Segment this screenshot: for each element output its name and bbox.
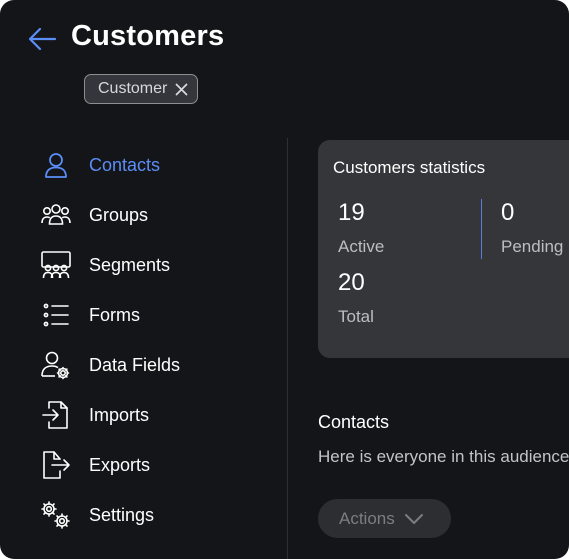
sidebar-item-segments[interactable]: Segments [40, 247, 260, 283]
sidebar-item-contacts[interactable]: Contacts [40, 147, 260, 183]
users-group-icon [41, 204, 71, 225]
total-count: 20 [338, 269, 365, 296]
user-settings-icon [41, 351, 70, 380]
sidebar-item-label: Exports [89, 454, 151, 475]
tag-label: Customer [98, 80, 168, 97]
actions-label: Actions [339, 508, 395, 528]
page-title: Customers [71, 20, 225, 52]
stats-separator [481, 199, 482, 259]
sidebar-item-groups[interactable]: Groups [40, 197, 260, 233]
sidebar-item-label: Forms [89, 304, 140, 325]
list-icon [43, 303, 69, 327]
export-icon [43, 451, 70, 479]
actions-button[interactable]: Actions [318, 499, 451, 538]
stats-title: Customers statistics [333, 158, 486, 177]
gears-icon [41, 501, 70, 529]
sidebar-item-imports[interactable]: Imports [40, 397, 260, 433]
close-icon[interactable] [175, 83, 188, 96]
customer-tag-chip: Customer [84, 74, 199, 104]
sidebar-item-label: Data Fields [89, 354, 181, 375]
app-window: Customers Customer Contacts Groups Segme… [0, 0, 569, 559]
sidebar-item-label: Settings [89, 504, 155, 525]
sidebar-item-label: Segments [89, 254, 171, 275]
contacts-section-title: Contacts [318, 412, 390, 432]
sidebar-item-label: Groups [89, 204, 149, 225]
sidebar-item-label: Contacts [89, 154, 161, 175]
sidebar-divider [287, 138, 288, 559]
arrow-left-icon[interactable] [27, 25, 57, 53]
import-icon [42, 401, 68, 429]
sidebar-item-forms[interactable]: Forms [40, 297, 260, 333]
sidebar-item-label: Imports [89, 404, 150, 425]
pending-label: Pending [501, 237, 564, 256]
chevron-down-icon [404, 513, 423, 524]
sidebar-item-data-fields[interactable]: Data Fields [40, 347, 260, 383]
audience-segments-icon [41, 251, 71, 279]
total-label: Total [338, 307, 374, 326]
pending-count: 0 [501, 199, 515, 226]
active-label: Active [338, 237, 385, 256]
customers-statistics-card: Customers statistics 19 Active 0 Pending… [318, 140, 569, 358]
contacts-section-description: Here is everyone in this audience [318, 447, 569, 466]
user-icon [45, 153, 67, 178]
active-count: 19 [338, 199, 365, 226]
sidebar-item-exports[interactable]: Exports [40, 447, 260, 483]
sidebar-item-settings[interactable]: Settings [40, 497, 260, 533]
